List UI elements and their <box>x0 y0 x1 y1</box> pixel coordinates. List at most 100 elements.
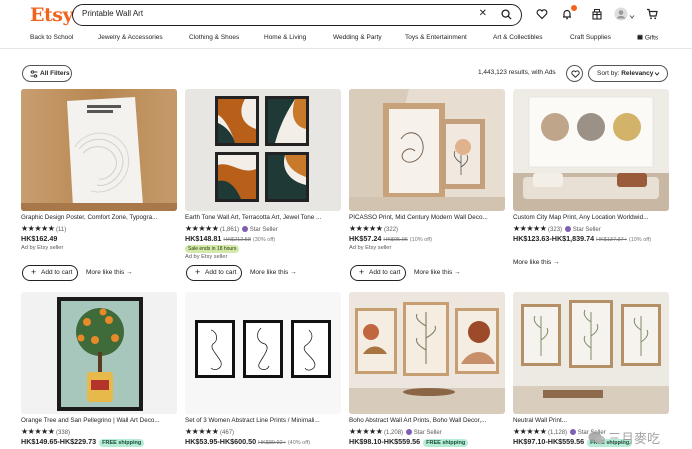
search-icon[interactable] <box>501 9 512 20</box>
nav-toys[interactable]: Toys & Entertainment <box>405 34 467 41</box>
discount: (10% off) <box>628 237 652 243</box>
price-original: HK$95.06 <box>383 237 408 243</box>
product-image[interactable] <box>349 292 505 414</box>
price-original: HK$89.92+ <box>258 440 286 446</box>
product-price: HK$162.49 <box>21 234 57 243</box>
arrow-right-icon: → <box>454 269 461 276</box>
nav-back-to-school[interactable]: Back to School <box>30 34 73 41</box>
chevron-down-icon <box>654 72 660 76</box>
price-current: HK$149.65-HK$229.73 <box>21 437 97 446</box>
star-rating-icon: ★★★★★ <box>185 224 219 233</box>
etsy-logo[interactable]: Etsy <box>30 4 74 26</box>
product-image[interactable] <box>21 292 177 414</box>
arrow-right-icon: → <box>290 269 297 276</box>
add-to-cart-button[interactable]: + Add to cart <box>350 265 406 281</box>
price-original: HK$137.37+ <box>596 237 627 243</box>
avatar[interactable] <box>614 7 628 21</box>
arrow-right-icon: → <box>553 259 560 266</box>
more-like-this-link[interactable]: More like this → <box>414 269 461 276</box>
nav-art[interactable]: Art & Collectibles <box>493 34 543 41</box>
product-card[interactable]: PICASSO Print, Mid Century Modern Wall D… <box>349 89 505 289</box>
product-rating: ★★★★★ (1,861) Star Seller <box>185 224 278 233</box>
product-card[interactable]: Orange Tree and San Pellegrino | Wall Ar… <box>21 292 177 449</box>
product-card[interactable]: Set of 3 Women Abstract Line Prints / Mi… <box>185 292 341 449</box>
product-card[interactable]: Custom City Map Print, Any Location Worl… <box>513 89 669 289</box>
star-seller-label: Star Seller <box>572 227 601 233</box>
product-card[interactable]: Boho Abstract Wall Art Prints, Boho Wall… <box>349 292 505 449</box>
price-current: HK$148.81 <box>185 234 222 243</box>
star-rating-icon: ★★★★★ <box>185 427 219 436</box>
product-image[interactable] <box>185 89 341 211</box>
product-image[interactable] <box>513 89 669 211</box>
star-rating-icon: ★★★★★ <box>349 224 383 233</box>
review-count: (1,861) <box>220 227 240 233</box>
add-to-cart-label: Add to cart <box>369 269 401 276</box>
discount: (40% off) <box>287 440 311 446</box>
product-image[interactable] <box>513 292 669 414</box>
more-like-this-link[interactable]: More like this → <box>250 269 297 276</box>
product-image[interactable] <box>349 89 505 211</box>
product-title[interactable]: PICASSO Print, Mid Century Modern Wall D… <box>349 214 505 221</box>
close-icon[interactable]: ✕ <box>479 8 487 19</box>
price-current: HK$97.10-HK$559.56 <box>513 437 585 446</box>
product-card[interactable]: Graphic Design Poster, Comfort Zone, Typ… <box>21 89 177 289</box>
star-rating-icon: ★★★★★ <box>513 427 547 436</box>
chevron-down-icon[interactable] <box>629 11 635 23</box>
cart-icon[interactable] <box>646 8 658 20</box>
sort-dropdown[interactable]: Sort by: Relevancy <box>588 65 668 82</box>
search-input[interactable]: Printable Wall Art <box>82 9 143 18</box>
add-to-cart-button[interactable]: + Add to cart <box>186 265 242 281</box>
all-filters-button[interactable]: All Filters <box>22 65 72 82</box>
heart-icon[interactable] <box>536 8 548 20</box>
more-like-this-label: More like this <box>250 269 289 276</box>
product-title[interactable]: Custom City Map Print, Any Location Worl… <box>513 214 669 221</box>
more-like-this-link[interactable]: More like this → <box>513 259 560 266</box>
product-card[interactable]: Earth Tone Wall Art, Terracotta Art, Jew… <box>185 89 341 289</box>
review-count: (322) <box>384 227 399 233</box>
category-nav: Back to School Jewelry & Accessories Clo… <box>0 32 692 46</box>
results-count: 1,443,123 results, with Ads <box>478 69 556 76</box>
nav-wedding[interactable]: Wedding & Party <box>333 34 382 41</box>
ad-label: Ad by Etsy seller <box>185 254 228 260</box>
watermark: 三月麥吃 <box>608 431 661 446</box>
discount: (10% off) <box>409 237 433 243</box>
product-title[interactable]: Graphic Design Poster, Comfort Zone, Typ… <box>21 214 177 221</box>
arrow-right-icon: → <box>126 269 133 276</box>
star-rating-icon: ★★★★★ <box>21 224 55 233</box>
sort-value: Relevancy <box>621 70 654 77</box>
price-current: HK$53.95-HK$600.50 <box>185 437 257 446</box>
product-title[interactable]: Orange Tree and San Pellegrino | Wall Ar… <box>21 417 177 424</box>
free-shipping-badge: FREE shipping <box>423 439 469 447</box>
nav-jewelry[interactable]: Jewelry & Accessories <box>98 34 163 41</box>
nav-divider <box>0 48 692 49</box>
product-rating: ★★★★★ (323) Star Seller <box>513 224 601 233</box>
nav-craft[interactable]: Craft Supplies <box>570 34 611 41</box>
more-like-this-label: More like this <box>513 259 552 266</box>
star-rating-icon: ★★★★★ <box>21 427 55 436</box>
heart-icon <box>570 70 580 78</box>
more-like-this-label: More like this <box>414 269 453 276</box>
product-title[interactable]: Neutral Wall Print... <box>513 417 669 424</box>
product-card[interactable]: Neutral Wall Print... ★★★★★ (1,128) Star… <box>513 292 669 449</box>
product-title[interactable]: Set of 3 Women Abstract Line Prints / Mi… <box>185 417 341 424</box>
filter-icon <box>30 70 38 78</box>
review-count: (323) <box>548 227 563 233</box>
product-image[interactable] <box>21 89 177 211</box>
star-seller-icon <box>242 225 249 232</box>
nav-gifts[interactable]: Gifts <box>637 34 658 42</box>
star-rating-icon: ★★★★★ <box>513 224 547 233</box>
product-image[interactable] <box>185 292 341 414</box>
product-title[interactable]: Boho Abstract Wall Art Prints, Boho Wall… <box>349 417 505 424</box>
nav-clothing[interactable]: Clothing & Shoes <box>189 34 239 41</box>
notification-badge <box>571 5 577 11</box>
star-seller-icon <box>570 428 577 435</box>
search-bar[interactable]: Printable Wall Art ✕ <box>72 4 522 26</box>
add-to-cart-button[interactable]: + Add to cart <box>22 265 78 281</box>
price-current: HK$123.63-HK$1,839.74 <box>513 234 595 243</box>
product-title[interactable]: Earth Tone Wall Art, Terracotta Art, Jew… <box>185 214 341 221</box>
nav-home-living[interactable]: Home & Living <box>264 34 306 41</box>
more-like-this-link[interactable]: More like this → <box>86 269 133 276</box>
gift-icon[interactable] <box>591 8 603 20</box>
product-rating: ★★★★★ (467) <box>185 427 234 436</box>
favorite-search-button[interactable] <box>566 65 583 82</box>
